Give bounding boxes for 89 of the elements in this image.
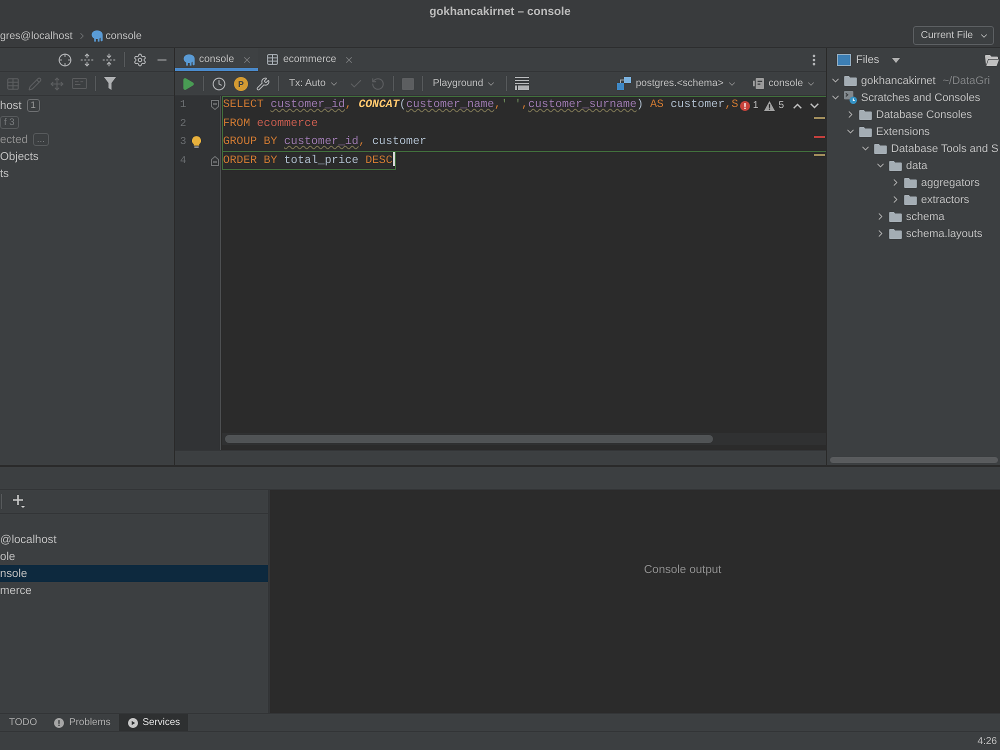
folder-icon	[904, 178, 917, 188]
expand-all-icon[interactable]	[80, 52, 94, 66]
tree-badge: ...	[32, 133, 49, 146]
add-icon[interactable]	[13, 495, 25, 508]
breadcrumb-item[interactable]: console	[90, 30, 142, 42]
error-stripe-icon[interactable]	[814, 136, 825, 138]
lightbulb-icon[interactable]	[192, 136, 202, 148]
tree-item[interactable]: Database Tools and S	[891, 142, 998, 154]
panel-title[interactable]: Files	[856, 54, 880, 66]
tree-item[interactable]: Scratches and Consoles	[861, 92, 980, 104]
dropdown-button[interactable]: Playground	[430, 78, 498, 89]
terminal-clock-icon	[844, 91, 857, 104]
scrollbar-thumb[interactable]	[225, 435, 713, 443]
settings-icon[interactable]	[133, 52, 147, 66]
folder-icon	[889, 160, 902, 170]
tree-item[interactable]: ected	[0, 134, 28, 146]
folder-icon[interactable]	[985, 54, 999, 66]
scrollbar-thumb[interactable]	[830, 457, 998, 463]
folder-icon	[889, 228, 902, 238]
session-dropdown[interactable]: console	[750, 78, 818, 89]
list-table-icon[interactable]	[515, 77, 530, 90]
tool-window-button[interactable]: Problems	[45, 714, 119, 731]
path-hint: ~/DataGri	[942, 74, 990, 86]
dropdown-button[interactable]: Tx: Auto	[287, 78, 341, 89]
tree-item[interactable]: Objects	[0, 150, 39, 162]
error-count[interactable]: 1	[752, 100, 758, 111]
line-number: 3	[180, 136, 186, 148]
console-message: Console output	[644, 564, 722, 576]
wrench-icon[interactable]	[256, 76, 270, 90]
code-line: FROM ecommerce	[222, 114, 826, 134]
tree-badge: f 3	[0, 116, 19, 129]
collapse-all-icon[interactable]	[102, 52, 116, 66]
elephant-icon	[90, 30, 103, 42]
tree-item[interactable]: Extensions	[876, 126, 930, 138]
warning-icon[interactable]	[764, 100, 776, 110]
error-icon[interactable]	[740, 100, 750, 110]
crosshair-icon[interactable]	[58, 52, 72, 66]
clock-icon[interactable]	[212, 76, 226, 90]
service-item[interactable]: ole	[0, 548, 268, 565]
tree-item[interactable]: schema	[906, 210, 945, 222]
folder-icon	[904, 194, 917, 204]
tree-item[interactable]: aggregators	[921, 176, 980, 188]
tree-item[interactable]: Database Consoles	[876, 108, 972, 120]
tree-badge: 1	[26, 99, 40, 112]
console-icon	[752, 78, 764, 89]
close-icon[interactable]	[242, 54, 252, 64]
line-number: 2	[180, 118, 186, 130]
service-item[interactable]: @localhost	[0, 531, 268, 548]
close-icon[interactable]	[344, 54, 354, 64]
filter-icon[interactable]	[104, 77, 116, 90]
data-source-dropdown[interactable]: postgres.<schema>	[614, 77, 739, 90]
chevron-down-icon[interactable]	[810, 102, 819, 108]
chevron-up-icon[interactable]	[793, 102, 802, 108]
warning-count[interactable]: 5	[778, 100, 784, 111]
caret-down-icon[interactable]	[892, 58, 900, 62]
service-item[interactable]: nsole	[0, 565, 268, 582]
play-icon[interactable]	[181, 76, 195, 90]
folder-icon	[889, 212, 902, 222]
play-circle-icon	[128, 718, 138, 728]
window-icon	[837, 54, 851, 66]
folder-icon	[844, 76, 857, 86]
tree-item[interactable]: host	[0, 100, 22, 112]
line-number: 4	[180, 155, 186, 168]
folder-icon	[859, 126, 872, 136]
breadcrumb-item[interactable]: gres@localhost	[0, 30, 73, 42]
folder-icon	[859, 110, 872, 120]
tree-item[interactable]: ts	[0, 168, 9, 180]
tree-item[interactable]: data	[906, 160, 928, 172]
editor-tab[interactable]: ecommerce	[258, 48, 360, 71]
service-item[interactable]: merce	[0, 582, 268, 599]
elephant-icon	[183, 54, 195, 66]
fold-marker-icon[interactable]	[211, 156, 219, 166]
tree-item[interactable]: gokhancakirnet	[861, 74, 936, 86]
fold-marker-icon[interactable]	[211, 100, 219, 110]
table-icon	[266, 53, 280, 66]
profile-badge[interactable]: P	[234, 76, 248, 90]
alert-circle-icon	[54, 718, 64, 728]
cursor-position[interactable]: 4:26	[978, 736, 997, 746]
code-line: GROUP BY customer_id, customer	[222, 133, 826, 152]
schema-icon	[616, 77, 631, 90]
line-number: 1	[180, 99, 186, 112]
tool-window-button[interactable]: TODO	[0, 714, 46, 731]
tree-item[interactable]: schema.layouts	[906, 228, 982, 240]
tree-item[interactable]: extractors	[921, 194, 970, 206]
tool-window-button[interactable]: Services	[118, 714, 188, 731]
code-line: ORDER BY total_price DESC	[222, 152, 396, 170]
folder-icon	[874, 144, 887, 154]
run-config-dropdown[interactable]: Current File	[912, 26, 994, 45]
window-title: gokhancakirnet – console	[429, 6, 571, 18]
